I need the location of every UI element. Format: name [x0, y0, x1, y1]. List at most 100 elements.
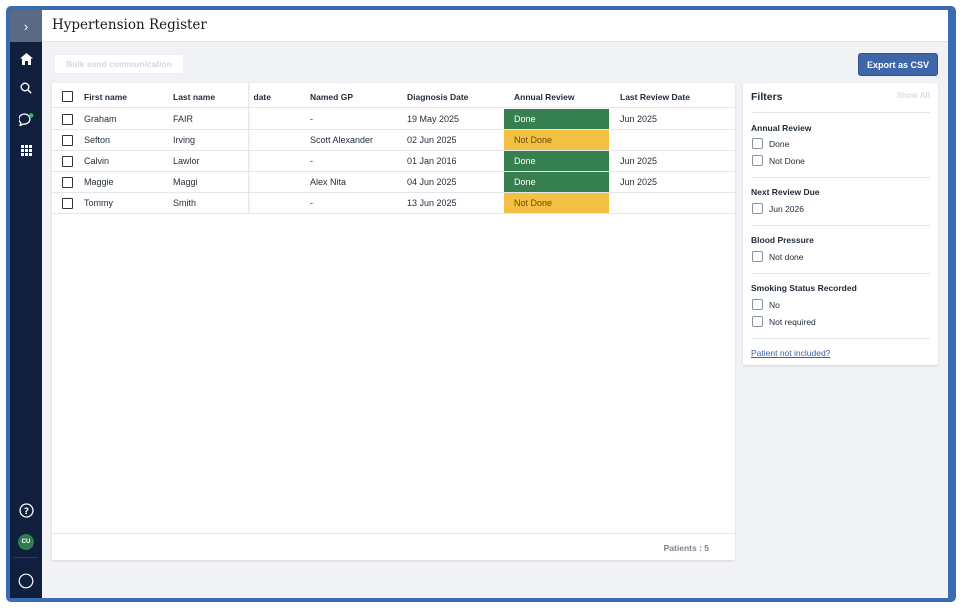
- apps-grid-icon[interactable]: [10, 140, 42, 160]
- filter-checkbox[interactable]: [752, 155, 763, 166]
- filter-checkbox[interactable]: [752, 138, 763, 149]
- cell-last-name: Smith: [173, 198, 197, 208]
- table-footer: Patients : 5: [52, 533, 735, 560]
- filter-option-no[interactable]: No: [752, 299, 780, 310]
- row-checkbox[interactable]: [62, 113, 73, 125]
- table-row[interactable]: Sefton Irving Scott Alexander 02 Jun 202…: [52, 130, 735, 151]
- cell-named-gp: -: [310, 198, 313, 208]
- cell-last-name: Lawlor: [173, 156, 200, 166]
- filter-option-not-done[interactable]: Not Done: [752, 155, 805, 166]
- cell-first-name: Calvin: [84, 156, 110, 166]
- filters-panel: Filters Show All Annual Review Done Not …: [743, 83, 938, 365]
- row-checkbox[interactable]: [62, 155, 73, 167]
- filter-checkbox[interactable]: [752, 203, 763, 214]
- filter-group-next-review-due: Next Review Due: [751, 187, 820, 197]
- status-badge: Done: [504, 109, 609, 129]
- cell-last-review-date: Jun 2025: [620, 177, 658, 187]
- filter-option-label: Not done: [769, 251, 804, 262]
- avatar[interactable]: CU: [18, 534, 34, 550]
- filters-divider: [751, 273, 930, 274]
- status-badge: Not Done: [504, 130, 609, 150]
- column-date[interactable]: date: [249, 86, 271, 107]
- home-icon[interactable]: [10, 49, 42, 69]
- filter-option-label: Jun 2026: [769, 203, 804, 214]
- cell-first-name: Tommy: [84, 198, 113, 208]
- status-badge: Done: [504, 151, 609, 171]
- column-diagnosis-date[interactable]: Diagnosis Date: [407, 86, 505, 107]
- circle-icon[interactable]: [10, 571, 42, 591]
- column-first-name[interactable]: First name: [84, 86, 172, 107]
- patients-count: Patients : 5: [663, 543, 709, 553]
- cell-diagnosis-date: 04 Jun 2025: [407, 177, 457, 187]
- cell-named-gp: Scott Alexander: [310, 135, 374, 145]
- row-checkbox[interactable]: [62, 134, 73, 146]
- page-title: Hypertension Register: [52, 17, 207, 33]
- cell-last-review-date: Jun 2025: [620, 114, 658, 124]
- filter-option-not-required[interactable]: Not required: [752, 316, 816, 327]
- sidebar: › ? CU: [10, 10, 42, 598]
- cell-diagnosis-date: 19 May 2025: [407, 114, 460, 124]
- status-badge: Done: [504, 172, 609, 192]
- page-header: Hypertension Register: [42, 10, 948, 42]
- export-csv-button[interactable]: Export as CSV: [858, 53, 938, 76]
- filters-divider: [751, 338, 930, 339]
- cell-first-name: Sefton: [84, 135, 111, 145]
- svg-text:?: ?: [23, 507, 28, 517]
- filters-title: Filters: [751, 91, 783, 103]
- filters-divider: [751, 112, 930, 113]
- filter-group-blood-pressure: Blood Pressure: [751, 235, 814, 245]
- patients-table: First name Last name date Named GP Diagn…: [52, 83, 735, 560]
- patient-not-included-link[interactable]: Patient not included?: [751, 348, 830, 358]
- main-content: Hypertension Register Bulk send communic…: [42, 10, 948, 598]
- table-row[interactable]: Calvin Lawlor - 01 Jan 2016 Done Jun 202…: [52, 151, 735, 172]
- table-row[interactable]: Tommy Smith - 13 Jun 2025 Not Done: [52, 193, 735, 214]
- filter-group-annual-review: Annual Review: [751, 123, 812, 133]
- filter-option-label: Done: [769, 138, 790, 149]
- pinned-column-divider: [248, 83, 249, 213]
- filter-option-label: Not required: [769, 316, 816, 327]
- cell-first-name: Graham: [84, 114, 117, 124]
- cell-named-gp: Alex Nita: [310, 177, 347, 187]
- cell-last-name: FAIR: [173, 114, 194, 124]
- column-annual-review[interactable]: Annual Review: [504, 86, 609, 107]
- cell-diagnosis-date: 02 Jun 2025: [407, 135, 457, 145]
- column-named-gp[interactable]: Named GP: [310, 86, 405, 107]
- cell-named-gp: -: [310, 114, 313, 124]
- filter-option-label: Not Done: [769, 155, 805, 166]
- select-all-checkbox[interactable]: [62, 91, 73, 102]
- filter-checkbox[interactable]: [752, 316, 763, 327]
- cell-diagnosis-date: 13 Jun 2025: [407, 198, 457, 208]
- filter-checkbox[interactable]: [752, 251, 763, 262]
- column-last-name[interactable]: Last name: [173, 86, 248, 107]
- show-all-button[interactable]: Show All: [897, 91, 930, 100]
- filter-option-jun-2026[interactable]: Jun 2026: [752, 203, 804, 214]
- cell-last-review-date: [620, 193, 720, 213]
- help-icon[interactable]: ?: [10, 500, 42, 520]
- filter-option-label: No: [769, 299, 780, 310]
- chat-icon[interactable]: [10, 109, 42, 129]
- row-checkbox[interactable]: [62, 197, 73, 209]
- cell-last-name: Maggi: [173, 177, 198, 187]
- filters-divider: [751, 225, 930, 226]
- table-row[interactable]: Graham FAIR - 19 May 2025 Done Jun 2025: [52, 109, 735, 130]
- cell-named-gp: -: [310, 156, 313, 166]
- cell-diagnosis-date: 01 Jan 2016: [407, 156, 457, 166]
- filter-option-bp-not-done[interactable]: Not done: [752, 251, 804, 262]
- filter-group-smoking-status: Smoking Status Recorded: [751, 283, 857, 293]
- table-row[interactable]: Maggie Maggi Alex Nita 04 Jun 2025 Done …: [52, 172, 735, 193]
- table-header: First name Last name date Named GP Diagn…: [52, 86, 735, 108]
- cell-first-name: Maggie: [84, 177, 114, 187]
- row-checkbox[interactable]: [62, 176, 73, 188]
- filter-option-done[interactable]: Done: [752, 138, 789, 149]
- chevron-right-icon[interactable]: ›: [10, 10, 42, 42]
- bulk-send-button[interactable]: Bulk send communication: [54, 54, 184, 74]
- status-badge: Not Done: [504, 193, 609, 213]
- sidebar-divider: [14, 557, 38, 558]
- cell-last-name: Irving: [173, 135, 196, 145]
- cell-last-review-date: Jun 2025: [620, 156, 658, 166]
- search-icon[interactable]: [10, 78, 42, 98]
- column-last-review-date[interactable]: Last Review Date: [620, 86, 720, 107]
- cell-last-review-date: [620, 130, 720, 150]
- filters-divider: [751, 177, 930, 178]
- filter-checkbox[interactable]: [752, 299, 763, 310]
